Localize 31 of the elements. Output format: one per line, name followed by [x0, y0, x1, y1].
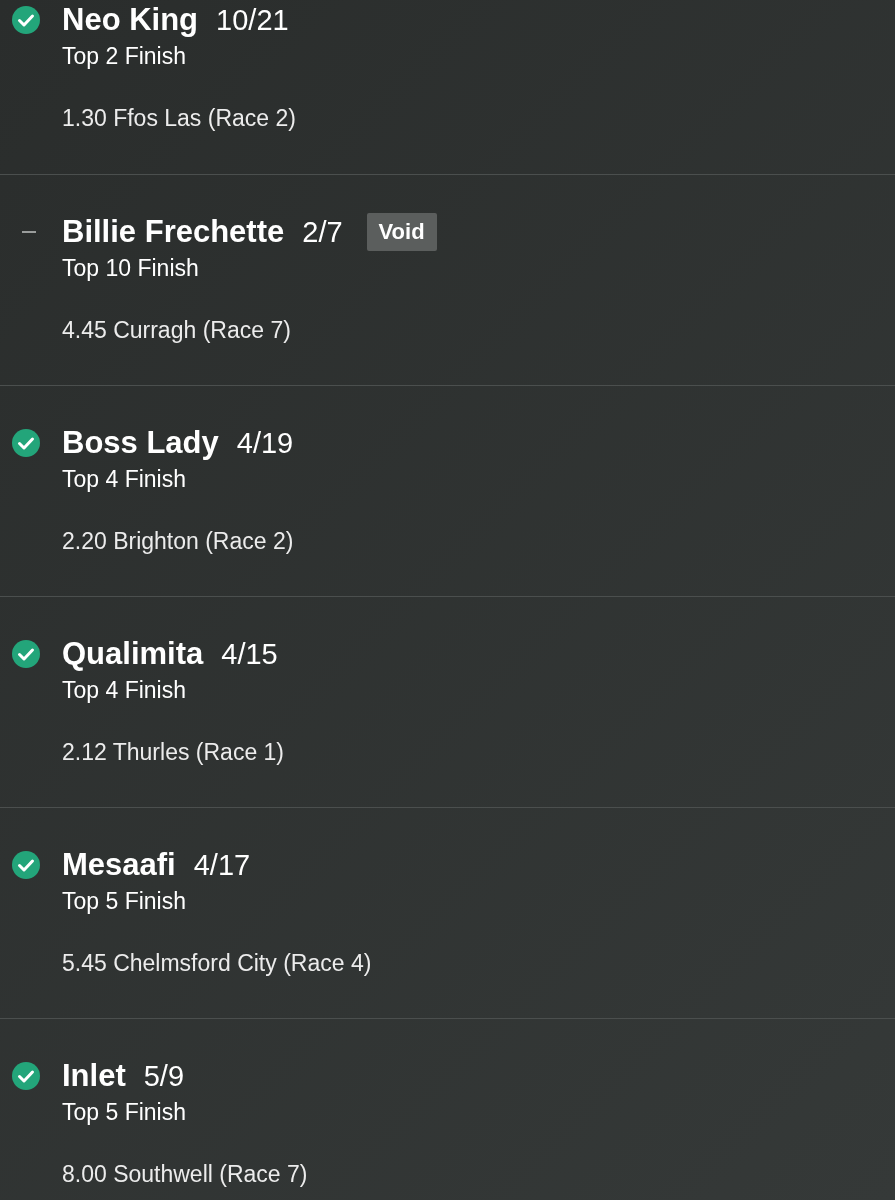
odds: 5/9: [143, 1059, 185, 1093]
market-label: Top 4 Finish: [62, 676, 187, 705]
check-icon: [12, 851, 40, 879]
odds: 2/7: [302, 215, 343, 249]
check-icon: [12, 1062, 40, 1090]
check-icon: [12, 640, 40, 668]
horse-name: Qualimita: [62, 636, 204, 672]
check-icon: [12, 6, 40, 34]
market-label: Top 10 Finish: [62, 254, 200, 283]
horse-name: Inlet: [62, 1058, 126, 1094]
check-icon: [12, 429, 40, 457]
odds: 4/17: [193, 848, 251, 882]
odds: 10/21: [216, 3, 289, 37]
odds: 4/19: [236, 426, 294, 460]
horse-name: Billie Frechette: [62, 214, 285, 250]
race-label: 8.00 Southwell (Race 7): [62, 1160, 309, 1189]
horse-name: Neo King: [62, 2, 199, 38]
market-label: Top 5 Finish: [62, 1098, 187, 1127]
void-badge: Void: [366, 213, 437, 251]
dash-icon: [22, 231, 36, 233]
horse-name: Boss Lady: [62, 425, 219, 461]
horse-name: Mesaafi: [62, 847, 176, 883]
race-label: 5.45 Chelmsford City (Race 4): [62, 949, 373, 978]
race-label: 1.30 Ffos Las (Race 2): [62, 104, 297, 133]
market-label: Top 4 Finish: [62, 465, 187, 494]
market-label: Top 5 Finish: [62, 887, 187, 916]
market-label: Top 2 Finish: [62, 42, 187, 71]
race-label: 4.45 Curragh (Race 7): [62, 316, 292, 345]
race-label: 2.12 Thurles (Race 1): [62, 738, 285, 767]
odds: 4/15: [221, 637, 278, 671]
race-label: 2.20 Brighton (Race 2): [62, 527, 295, 556]
